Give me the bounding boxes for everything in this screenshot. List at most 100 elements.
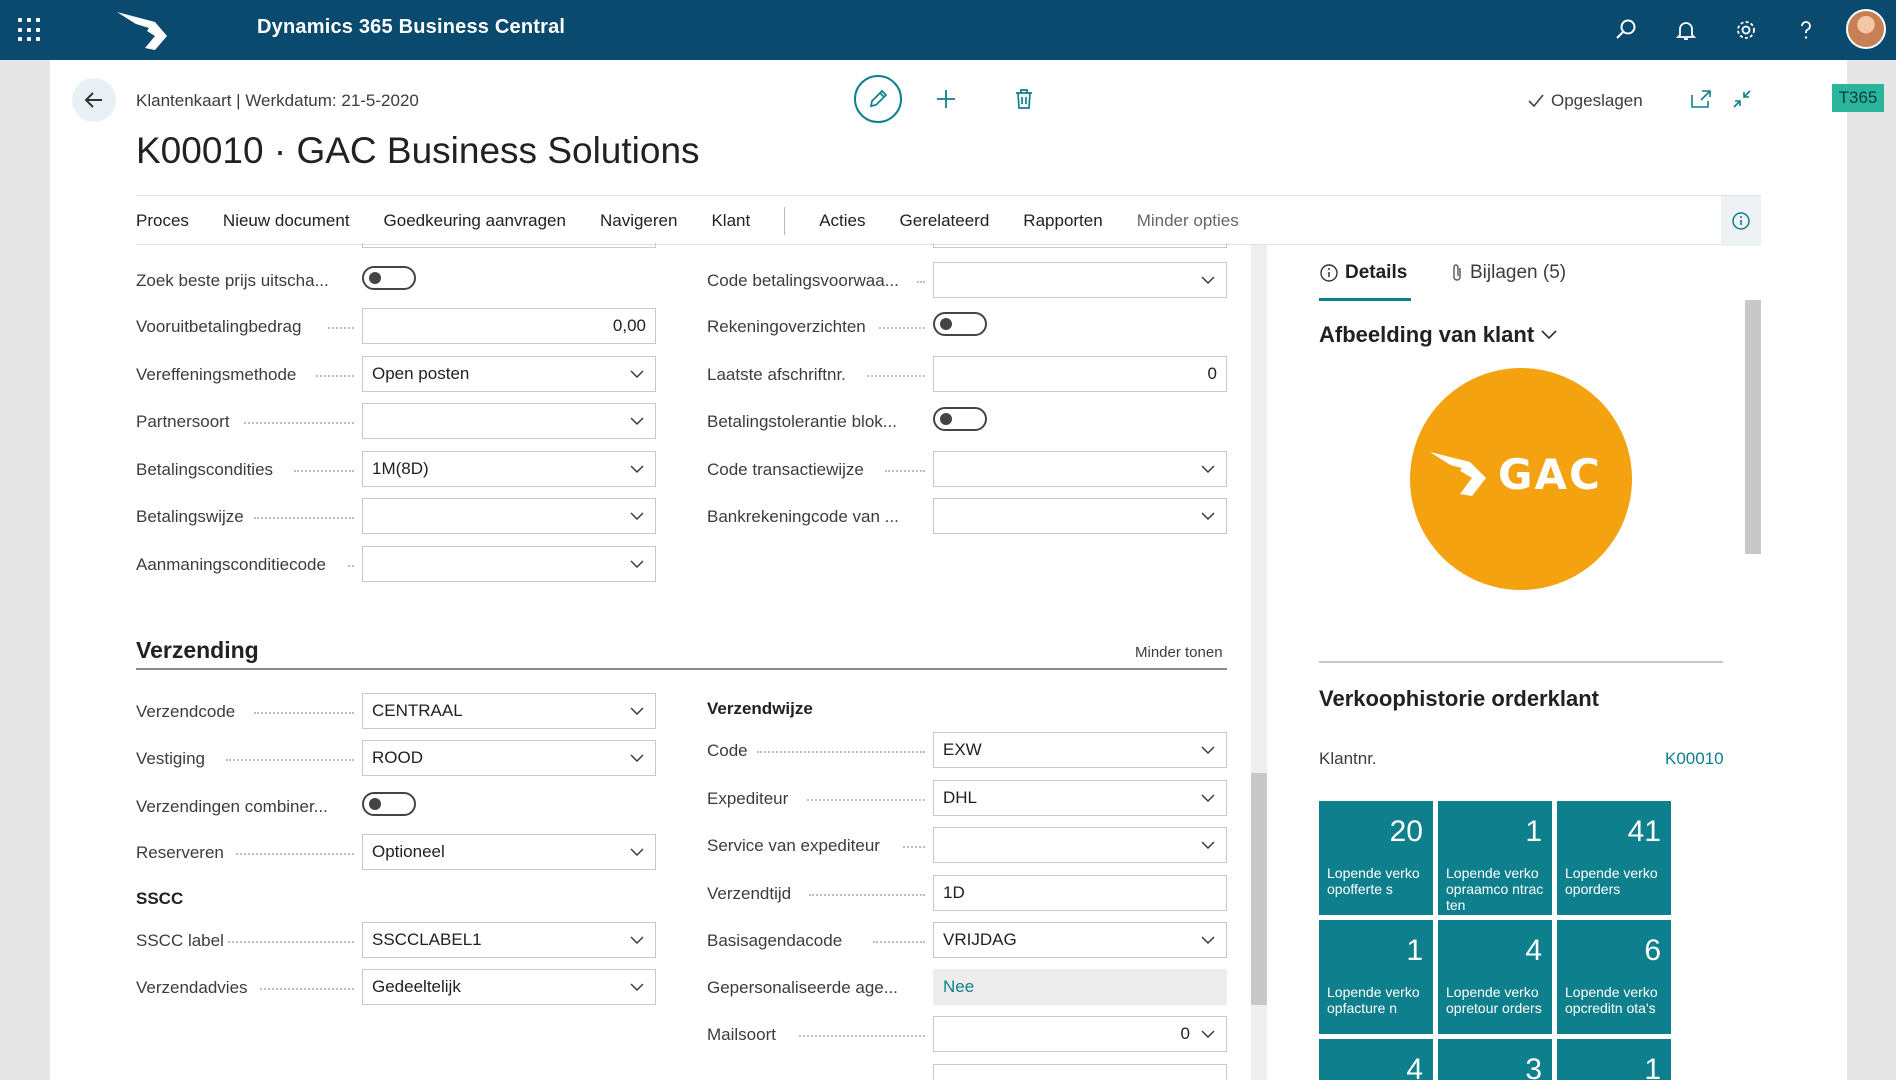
- chevron-down-icon: [1541, 330, 1557, 340]
- back-button[interactable]: [72, 78, 116, 122]
- basisagendacode-select[interactable]: VRIJDAG: [933, 922, 1227, 958]
- service-expediteur-select[interactable]: [933, 827, 1227, 863]
- delete-button[interactable]: [1009, 84, 1039, 114]
- code-select[interactable]: EXW: [933, 732, 1227, 768]
- gepersonaliseerde-agenda-link[interactable]: Nee: [933, 969, 1227, 1005]
- verzendwijze-heading: Verzendwijze: [707, 699, 813, 718]
- cue-tile[interactable]: 3: [1438, 1039, 1552, 1080]
- field-label: Laatste afschriftnr.: [707, 365, 846, 384]
- cue-tile[interactable]: 1: [1557, 1039, 1671, 1080]
- prev-field-edge: [362, 243, 656, 248]
- cue-tile[interactable]: 4: [1319, 1039, 1433, 1080]
- verzendadvies-select[interactable]: Gedeeltelijk: [362, 969, 656, 1005]
- form-scrollbar-thumb[interactable]: [1251, 773, 1267, 1005]
- field-label: Code: [707, 741, 748, 760]
- minder-tonen-link[interactable]: Minder tonen: [1135, 644, 1223, 661]
- action-proces[interactable]: Proces: [136, 211, 189, 231]
- field-label: Betalingscondities: [136, 460, 274, 479]
- next-field-edge: [933, 1064, 1227, 1080]
- vestiging-select[interactable]: ROOD: [362, 740, 656, 776]
- action-klant[interactable]: Klant: [711, 211, 750, 231]
- cue-tile-verkoopcreditnotas[interactable]: 6 Lopende verkoopcreditn ota's: [1557, 920, 1671, 1034]
- open-new-window-button[interactable]: [1686, 84, 1716, 114]
- factbox-scrollbar[interactable]: [1745, 300, 1761, 1080]
- betalingscondities-select[interactable]: 1M(8D): [362, 451, 656, 487]
- field-label: Service van expediteur: [707, 836, 880, 855]
- open-in-new-icon: [1691, 90, 1711, 108]
- cue-tile-verkooporders[interactable]: 41 Lopende verkooporders: [1557, 801, 1671, 915]
- app-launcher-icon[interactable]: [18, 18, 42, 42]
- bankrekeningcode-select[interactable]: [933, 498, 1227, 534]
- partnersoort-select[interactable]: [362, 403, 656, 439]
- action-gerelateerd[interactable]: Gerelateerd: [900, 211, 990, 231]
- field-bankrekeningcode: Bankrekeningcode van ...: [707, 498, 1227, 538]
- field-service-expediteur: Service van expediteur: [707, 827, 1227, 867]
- code-transactiewijze-select[interactable]: [933, 451, 1227, 487]
- sscc-label-select[interactable]: SSCCLABEL1: [362, 922, 656, 958]
- search-icon[interactable]: [1611, 15, 1641, 45]
- vooruitbetalingbedrag-input[interactable]: 0,00: [362, 308, 656, 344]
- toggle-rekeningoverzichten[interactable]: [933, 312, 987, 336]
- tab-bijlagen[interactable]: Bijlagen (5): [1450, 262, 1566, 284]
- chevron-down-icon: [630, 512, 644, 520]
- toggle-betalingstolerantie[interactable]: [933, 407, 987, 431]
- field-verzendingen-combineren: Verzendingen combiner...: [136, 788, 656, 828]
- field-label: Zoek beste prijs uitscha...: [136, 271, 329, 290]
- cue-tile-verkoopoffertes[interactable]: 20 Lopende verkoopofferte s: [1319, 801, 1433, 915]
- action-minder-opties[interactable]: Minder opties: [1137, 211, 1239, 231]
- select-value: VRIJDAG: [943, 930, 1017, 949]
- laatste-afschriftnr-input[interactable]: 0: [933, 356, 1227, 392]
- field-label: Vooruitbetalingbedrag: [136, 317, 302, 336]
- tab-details[interactable]: Details: [1319, 262, 1407, 284]
- new-button[interactable]: [931, 84, 961, 114]
- bell-icon[interactable]: [1671, 15, 1701, 45]
- form-scrollbar[interactable]: [1251, 245, 1267, 1080]
- field-label: Verzendtijd: [707, 884, 792, 903]
- chevron-down-icon: [630, 465, 644, 473]
- gac-bird-icon: [1430, 452, 1486, 496]
- gear-icon[interactable]: [1731, 15, 1761, 45]
- customer-picture[interactable]: GAC: [1410, 368, 1632, 590]
- expediteur-select[interactable]: DHL: [933, 780, 1227, 816]
- aanmaningsconditiecode-select[interactable]: [362, 546, 656, 582]
- prev-field-edge: [933, 243, 1227, 248]
- edit-button[interactable]: [854, 75, 902, 123]
- vereffeningsmethode-select[interactable]: Open posten: [362, 356, 656, 392]
- field-gepersonaliseerde-agenda: Gepersonaliseerde age... Nee: [707, 969, 1227, 1009]
- field-zoek-beste-prijs: Zoek beste prijs uitscha...: [136, 262, 656, 302]
- saved-label: Opgeslagen: [1551, 91, 1643, 110]
- toggle-zoek-beste-prijs[interactable]: [362, 266, 416, 290]
- tab-bijlagen-label: Bijlagen (5): [1470, 262, 1567, 283]
- help-icon[interactable]: [1791, 15, 1821, 45]
- paperclip-icon: [1453, 264, 1461, 281]
- sales-history-title: Verkoophistorie orderklant: [1319, 686, 1599, 711]
- factbox-toggle-button[interactable]: [1721, 196, 1761, 246]
- factbox-scrollbar-thumb[interactable]: [1745, 300, 1761, 554]
- section-title-verzending[interactable]: Verzending: [136, 637, 259, 664]
- picture-section-title[interactable]: Afbeelding van klant: [1319, 322, 1558, 348]
- mailsoort-select[interactable]: 0: [933, 1016, 1227, 1052]
- action-acties[interactable]: Acties: [819, 211, 865, 231]
- verzendtijd-input[interactable]: 1D: [933, 875, 1227, 911]
- reserveren-select[interactable]: Optioneel: [362, 834, 656, 870]
- verzendcode-select[interactable]: CENTRAAL: [362, 693, 656, 729]
- field-label: Partnersoort: [136, 412, 230, 431]
- action-navigeren[interactable]: Navigeren: [600, 211, 678, 231]
- tile-label: Lopende verkoopraamco ntracten: [1446, 865, 1544, 913]
- user-avatar[interactable]: [1846, 9, 1886, 49]
- customer-no-link[interactable]: K00010: [1665, 749, 1724, 769]
- betalingswijze-select[interactable]: [362, 498, 656, 534]
- trash-icon: [1016, 89, 1032, 109]
- action-goedkeuring-aanvragen[interactable]: Goedkeuring aanvragen: [384, 211, 566, 231]
- cue-tile-verkoopfacturen[interactable]: 1 Lopende verkoopfacture n: [1319, 920, 1433, 1034]
- field-label: Vereffeningsmethode: [136, 365, 297, 384]
- tile-count: 1: [1525, 815, 1542, 848]
- code-betalingsvoorwaarden-select[interactable]: [933, 262, 1227, 298]
- collapse-button[interactable]: [1727, 84, 1757, 114]
- action-nieuw-document[interactable]: Nieuw document: [223, 211, 350, 231]
- chevron-down-icon: [1201, 512, 1215, 520]
- cue-tile-verkoopretourorders[interactable]: 4 Lopende verkoopretour orders: [1438, 920, 1552, 1034]
- action-rapporten[interactable]: Rapporten: [1023, 211, 1102, 231]
- toggle-verzendingen-combineren[interactable]: [362, 792, 416, 816]
- cue-tile-verkoopraamcontracten[interactable]: 1 Lopende verkoopraamco ntracten: [1438, 801, 1552, 915]
